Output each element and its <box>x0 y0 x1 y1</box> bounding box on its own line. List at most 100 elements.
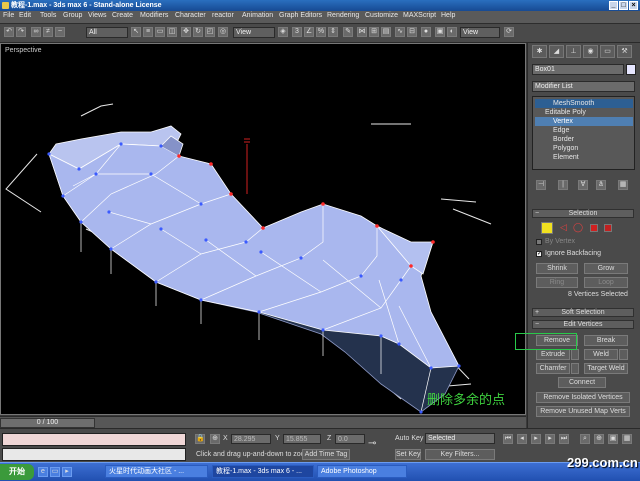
border-mode-icon[interactable]: ◯ <box>573 222 583 233</box>
extrude-settings-button[interactable] <box>571 349 579 360</box>
stack-item-edge[interactable]: Edge <box>535 126 633 135</box>
menu-file[interactable]: File <box>3 12 14 19</box>
target-weld-button[interactable]: Target Weld <box>584 363 628 374</box>
snap-toggle-icon[interactable]: 3 <box>292 27 302 37</box>
key-mode-dropdown[interactable]: Selected <box>425 433 495 444</box>
z-coordinate-field[interactable]: 0.0 <box>335 434 365 444</box>
remove-modifier-icon[interactable]: ā <box>596 180 606 190</box>
by-vertex-checkbox[interactable] <box>536 239 542 245</box>
y-coordinate-field[interactable]: 15.855 <box>283 434 321 444</box>
close-button[interactable]: × <box>629 1 638 10</box>
zoom-extents-all-icon[interactable]: ▦ <box>622 434 632 444</box>
curve-editor-icon[interactable]: ∿ <box>395 27 405 37</box>
menu-group[interactable]: Group <box>63 12 82 19</box>
add-time-tag-button[interactable]: Add Time Tag <box>302 449 350 460</box>
zoom-all-icon[interactable]: ⊕ <box>594 434 604 444</box>
select-manipulate-icon[interactable]: ◎ <box>218 27 228 37</box>
make-unique-icon[interactable]: ∀ <box>578 180 588 190</box>
material-editor-icon[interactable]: ● <box>421 27 431 37</box>
render-last-icon[interactable]: ⟳ <box>504 27 514 37</box>
pin-stack-icon[interactable]: ⊣ <box>536 180 546 190</box>
pivot-center-icon[interactable]: ◈ <box>278 27 288 37</box>
align-icon[interactable]: ⊞ <box>369 27 379 37</box>
undo-icon[interactable]: ↶ <box>4 27 14 37</box>
key-filters-button[interactable]: Key Filters... <box>425 449 495 460</box>
break-button[interactable]: Break <box>584 335 628 346</box>
weld-button[interactable]: Weld <box>584 349 618 360</box>
maxscript-output-field[interactable] <box>2 448 186 461</box>
vertex-mode-icon[interactable] <box>541 222 553 234</box>
chamfer-button[interactable]: Chamfer <box>536 363 570 374</box>
spinner-snap-icon[interactable]: ⇕ <box>328 27 338 37</box>
maxscript-listener-field[interactable] <box>2 433 186 446</box>
object-name-field[interactable]: Box01 <box>532 64 624 75</box>
unlink-icon[interactable]: ≠ <box>43 27 53 37</box>
modify-tab-icon[interactable]: ◢ <box>549 45 564 58</box>
extrude-button[interactable]: Extrude <box>536 349 570 360</box>
link-icon[interactable]: ∞ <box>31 27 41 37</box>
quick-launch-ie-icon[interactable]: e <box>38 467 48 477</box>
menu-graph-editors[interactable]: Graph Editors <box>279 12 322 19</box>
show-end-result-icon[interactable]: | <box>558 180 568 190</box>
menu-create[interactable]: Create <box>112 12 133 19</box>
minimize-button[interactable]: _ <box>609 1 618 10</box>
motion-tab-icon[interactable]: ◉ <box>583 45 598 58</box>
edge-mode-icon[interactable]: ◁ <box>560 222 567 233</box>
shrink-button[interactable]: Shrink <box>536 263 578 274</box>
perspective-viewport[interactable]: Perspective 删除多余的点 <box>0 43 526 415</box>
grow-button[interactable]: Grow <box>584 263 628 274</box>
play-icon[interactable]: ▸ <box>531 434 541 444</box>
menu-reactor[interactable]: reactor <box>212 12 234 19</box>
layer-manager-icon[interactable]: ▤ <box>381 27 391 37</box>
set-key-button[interactable]: Set Key <box>395 449 421 460</box>
quick-render-icon[interactable]: ◐ <box>447 27 457 37</box>
quick-launch-desktop-icon[interactable]: ▭ <box>50 467 60 477</box>
stack-item-meshsmooth[interactable]: MeshSmooth <box>535 99 633 108</box>
menu-rendering[interactable]: Rendering <box>327 12 359 19</box>
weld-settings-button[interactable] <box>619 349 628 360</box>
menu-animation[interactable]: Animation <box>242 12 273 19</box>
time-slider[interactable]: 0 / 100 <box>0 418 95 428</box>
task-item-community[interactable]: 火星时代动画大社区 - ... <box>105 465 208 478</box>
window-crossing-icon[interactable]: ◫ <box>167 27 177 37</box>
configure-modifier-sets-icon[interactable]: ▦ <box>618 180 628 190</box>
menu-help[interactable]: Help <box>441 12 455 19</box>
key-icon[interactable]: ⊸ <box>368 438 376 449</box>
go-to-end-icon[interactable]: ⏭ <box>559 434 569 444</box>
remove-isolated-vertices-button[interactable]: Remove Isolated Vertices <box>536 392 630 403</box>
chamfer-settings-button[interactable] <box>571 363 579 374</box>
soft-selection-rollout-header[interactable]: + Soft Selection <box>532 308 634 317</box>
go-to-start-icon[interactable]: ⏮ <box>503 434 513 444</box>
render-type-dropdown[interactable]: View <box>460 27 500 38</box>
stack-item-vertex[interactable]: Vertex <box>535 117 633 126</box>
ignore-backfacing-checkbox[interactable]: ✓ <box>536 251 542 257</box>
selection-filter-dropdown[interactable]: All <box>86 27 128 38</box>
stack-item-polygon[interactable]: Polygon <box>535 144 633 153</box>
render-scene-icon[interactable]: ▣ <box>435 27 445 37</box>
maximize-button[interactable]: □ <box>619 1 628 10</box>
percent-snap-icon[interactable]: % <box>316 27 326 37</box>
reference-coord-dropdown[interactable]: View <box>233 27 275 38</box>
selection-rollout-header[interactable]: − Selection <box>532 209 634 218</box>
stack-item-editable-poly[interactable]: Editable Poly <box>535 108 633 117</box>
zoom-icon[interactable]: ⌕ <box>580 434 590 444</box>
ring-button[interactable]: Ring <box>536 277 578 288</box>
element-mode-icon[interactable] <box>604 224 612 232</box>
menu-tools[interactable]: Tools <box>40 12 56 19</box>
stack-item-border[interactable]: Border <box>535 135 633 144</box>
named-selection-icon[interactable]: ✎ <box>343 27 353 37</box>
zoom-extents-icon[interactable]: ▣ <box>608 434 618 444</box>
task-item-photoshop[interactable]: Adobe Photoshop <box>317 465 407 478</box>
menu-character[interactable]: Character <box>175 12 206 19</box>
stack-item-element[interactable]: Element <box>535 153 633 162</box>
utilities-tab-icon[interactable]: ⚒ <box>617 45 632 58</box>
menu-maxscript[interactable]: MAXScript <box>403 12 436 19</box>
lock-selection-icon[interactable]: 🔒 <box>195 434 205 444</box>
auto-key-label[interactable]: Auto Key <box>395 435 423 442</box>
start-button[interactable]: 开始 <box>0 464 34 480</box>
quick-launch-media-icon[interactable]: ▸ <box>62 467 72 477</box>
rect-selection-icon[interactable]: ▭ <box>155 27 165 37</box>
create-tab-icon[interactable]: ✱ <box>532 45 547 58</box>
menu-customize[interactable]: Customize <box>365 12 398 19</box>
remove-unused-map-verts-button[interactable]: Remove Unused Map Verts <box>536 406 630 417</box>
